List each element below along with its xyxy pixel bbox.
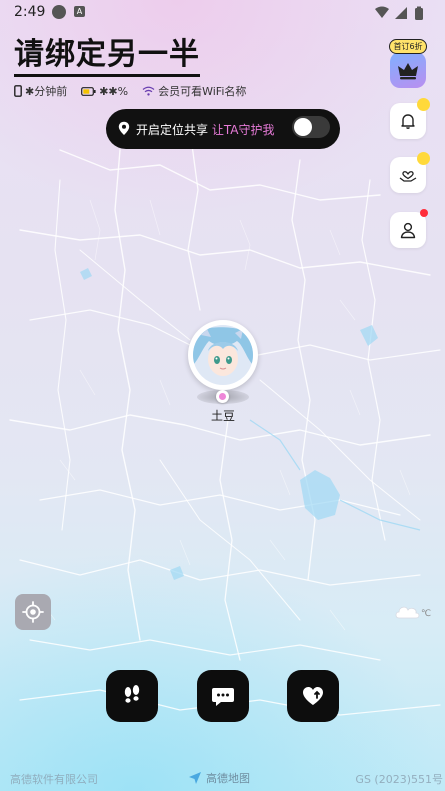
- phone-icon: [14, 85, 22, 97]
- map-provider-name: 高德地图: [206, 772, 250, 785]
- crosshair-icon: [22, 601, 44, 623]
- toggle-knob: [294, 118, 312, 136]
- map-copyright-left: 高德软件有限公司: [10, 773, 98, 786]
- amap-logo-icon: [189, 772, 201, 784]
- status-indicators: [373, 5, 433, 25]
- battery-status: ✱✱%: [81, 85, 128, 98]
- status-bar: 2:49 A: [0, 0, 445, 26]
- chat-icon: [212, 688, 234, 706]
- cloud-icon: [395, 606, 420, 619]
- marker-location-dot: [216, 390, 229, 403]
- alerts-button[interactable]: [390, 98, 430, 139]
- last-seen-text: ✱分钟前: [25, 85, 68, 98]
- heart-hand-icon: [399, 171, 417, 182]
- battery-text: ✱✱%: [99, 84, 129, 98]
- weather-temperature: ℃: [421, 609, 432, 619]
- profile-button[interactable]: [390, 209, 428, 248]
- location-share-toggle[interactable]: [292, 116, 330, 138]
- care-button[interactable]: [390, 152, 430, 193]
- wifi-status[interactable]: 会员可看WiFi名称: [142, 83, 246, 99]
- wifi-icon: [142, 86, 155, 96]
- notification-dot-icon: [52, 5, 66, 19]
- wifi-signal-battery-icon: [375, 6, 423, 20]
- partner-info-row: ✱分钟前 ✱✱% 会员可看WiFi名称: [14, 83, 260, 99]
- accessibility-icon: A: [74, 6, 85, 17]
- location-share-label: 开启定位共享 让TA守护我: [136, 121, 274, 138]
- share-highlight: 让TA守护我: [211, 123, 275, 137]
- wifi-text: 会员可看WiFi名称: [158, 85, 247, 98]
- map-license-number: GS (2023)551号: [355, 773, 443, 786]
- locate-me-button[interactable]: [15, 594, 51, 630]
- vip-discount-badge: 首订6折: [389, 39, 427, 54]
- share-label: 开启定位共享: [136, 123, 209, 137]
- heart-plus-icon: [303, 687, 323, 705]
- last-seen: ✱分钟前: [14, 83, 67, 99]
- crown-icon: [398, 63, 418, 80]
- location-pin-icon: [118, 121, 130, 135]
- heart-plus-button[interactable]: [287, 670, 339, 722]
- avatar: [193, 325, 253, 385]
- vip-button[interactable]: [390, 52, 426, 88]
- weather-widget[interactable]: ℃: [394, 602, 431, 620]
- bell-icon: [401, 114, 415, 129]
- footprints-button[interactable]: [106, 670, 158, 722]
- vip-crown-badge-icon: [417, 98, 430, 111]
- vip-crown-badge-icon: [417, 152, 430, 165]
- partner-name-label: 土豆: [210, 409, 235, 423]
- status-time: 2:49: [14, 4, 46, 20]
- partner-avatar-marker[interactable]: [188, 320, 258, 390]
- map-provider-logo: 高德地图: [188, 770, 250, 786]
- chat-button[interactable]: [197, 670, 249, 722]
- user-icon: [400, 222, 416, 239]
- footprints-icon: [124, 685, 140, 703]
- page-title[interactable]: 请绑定另一半: [14, 36, 200, 77]
- battery-icon: [81, 86, 96, 96]
- notification-dot: [420, 209, 428, 217]
